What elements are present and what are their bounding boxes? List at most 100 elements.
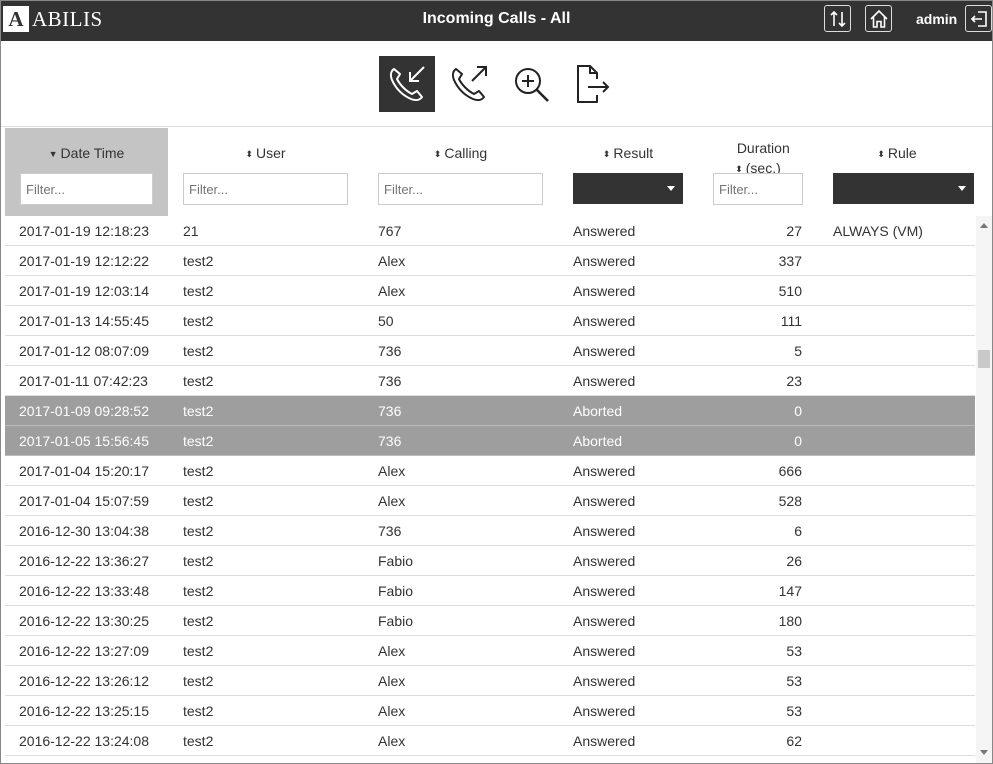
export-button[interactable] (563, 56, 619, 112)
cell-date: 2017-01-09 09:28:52 (19, 403, 149, 419)
cell-calling: Alex (378, 673, 406, 689)
cell-date: 2017-01-12 08:07:09 (19, 343, 149, 359)
table-row[interactable]: 2017-01-04 15:20:17 test2 Alex Answered 666 (5, 456, 975, 486)
export-file-icon (577, 65, 610, 103)
outgoing-call-icon (451, 66, 487, 102)
cell-duration: 62 (786, 733, 802, 749)
duration-filter-input[interactable] (713, 173, 803, 205)
table-row[interactable]: 2016-12-22 13:36:27 test2 Fabio Answered 26 (5, 546, 975, 576)
cell-result: Answered (573, 313, 636, 329)
cell-result: Answered (573, 553, 636, 569)
column-header-date[interactable]: ▼ Date Time (5, 145, 168, 161)
table-row[interactable]: 2017-01-09 09:28:52 test2 736 Aborted 0 (5, 396, 975, 426)
cell-duration: 337 (778, 253, 802, 269)
table-row[interactable]: 2017-01-13 14:55:45 test2 50 Answered 111 (5, 306, 975, 336)
cell-user: test2 (183, 733, 214, 749)
column-calling[interactable]: ⬍ Calling (363, 128, 558, 216)
cell-duration: 5 (794, 343, 802, 359)
column-rule[interactable]: ⬍ Rule (818, 128, 976, 216)
home-icon (869, 9, 888, 28)
column-header-calling[interactable]: ⬍ Calling (363, 145, 558, 161)
calling-filter-input[interactable] (378, 173, 543, 205)
table-row[interactable]: 2016-12-22 13:25:15 test2 Alex Answered 53 (5, 696, 975, 726)
rule-filter-select[interactable] (833, 173, 974, 204)
cell-user: test2 (183, 253, 214, 269)
cell-user: test2 (183, 373, 214, 389)
table-row[interactable]: 2016-12-22 13:27:09 test2 Alex Answered 53 (5, 636, 975, 666)
cell-duration: 27 (786, 223, 802, 239)
table-row[interactable]: 2017-01-11 07:42:23 test2 736 Answered 23 (5, 366, 975, 396)
cell-calling: 736 (378, 403, 402, 419)
cell-calling: Alex (378, 463, 406, 479)
top-bar: A ABILIS Incoming Calls - All admin (0, 0, 993, 41)
sort-icon: ⬍ (877, 149, 885, 159)
cell-result: Answered (573, 673, 636, 689)
cell-user: test2 (183, 283, 214, 299)
cell-user: test2 (183, 493, 214, 509)
cell-calling: Alex (378, 733, 406, 749)
cell-duration: 666 (778, 463, 802, 479)
cell-duration: 0 (794, 433, 802, 449)
sort-icon: ⬍ (245, 149, 253, 159)
table-row[interactable]: 2017-01-12 08:07:09 test2 736 Answered 5 (5, 336, 975, 366)
cell-date: 2017-01-13 14:55:45 (19, 313, 149, 329)
cell-user: test2 (183, 463, 214, 479)
cell-duration: 53 (786, 673, 802, 689)
cell-duration: 53 (786, 703, 802, 719)
vertical-scrollbar[interactable] (976, 216, 993, 764)
column-date[interactable]: ▼ Date Time (5, 128, 168, 216)
action-toolbar (0, 41, 993, 127)
cell-date: 2016-12-22 13:36:27 (19, 553, 149, 569)
cell-result: Answered (573, 223, 636, 239)
logout-icon (970, 10, 987, 27)
sort-toggle-button[interactable] (824, 5, 851, 32)
table-row[interactable]: 2017-01-19 12:18:23 21 767 Answered 27 ALWAYS… (5, 216, 975, 246)
cell-calling: Fabio (378, 553, 414, 569)
scroll-up-icon[interactable] (980, 223, 988, 228)
cell-date: 2017-01-11 07:42:23 (19, 373, 148, 389)
table-row[interactable]: 2016-12-22 13:33:48 test2 Fabio Answered 147 (5, 576, 975, 606)
zoom-button[interactable] (503, 56, 559, 112)
result-filter-select[interactable] (573, 173, 683, 204)
cell-date: 2017-01-04 15:20:17 (19, 463, 149, 479)
cell-date: 2017-01-19 12:12:22 (19, 253, 149, 269)
cell-calling: Fabio (378, 583, 414, 599)
scroll-down-icon[interactable] (980, 750, 988, 755)
cell-duration: 0 (794, 403, 802, 419)
table-row[interactable]: 2016-12-22 13:30:25 test2 Fabio Answered 180 (5, 606, 975, 636)
table-row[interactable]: 2016-12-22 13:26:12 test2 Alex Answered 53 (5, 666, 975, 696)
outgoing-calls-button[interactable] (441, 56, 497, 112)
cell-date: 2017-01-19 12:18:23 (19, 223, 149, 239)
cell-date: 2016-12-22 13:25:15 (19, 703, 149, 719)
column-user[interactable]: ⬍ User (168, 128, 363, 216)
column-duration[interactable]: ⬍Duration ⬍(sec.) (698, 128, 818, 216)
cell-result: Answered (573, 253, 636, 269)
cell-date: 2016-12-22 13:24:08 (19, 733, 149, 749)
incoming-calls-button[interactable] (379, 56, 435, 112)
cell-date: 2016-12-22 13:30:25 (19, 613, 149, 629)
table-row[interactable]: 2017-01-19 12:12:22 test2 Alex Answered 337 (5, 246, 975, 276)
column-header-user[interactable]: ⬍ User (168, 145, 363, 161)
cell-result: Answered (573, 733, 636, 749)
table-row[interactable]: 2017-01-19 12:03:14 test2 Alex Answered 510 (5, 276, 975, 306)
incoming-call-icon (389, 66, 425, 102)
date-filter-input[interactable] (20, 173, 153, 205)
column-header-rule[interactable]: ⬍ Rule (818, 145, 976, 161)
cell-result: Answered (573, 283, 636, 299)
table-row[interactable]: 2016-12-30 13:04:38 test2 736 Answered 6 (5, 516, 975, 546)
user-filter-input[interactable] (183, 173, 348, 205)
cell-result: Answered (573, 463, 636, 479)
cell-date: 2016-12-22 13:33:48 (19, 583, 149, 599)
table-row[interactable]: 2017-01-05 15:56:45 test2 736 Aborted 0 (5, 426, 975, 456)
cell-result: Aborted (573, 433, 623, 449)
home-button[interactable] (865, 5, 892, 32)
table-row[interactable]: 2017-01-04 15:07:59 test2 Alex Answered 528 (5, 486, 975, 516)
cell-user: 21 (183, 223, 199, 239)
column-result[interactable]: ⬍ Result (558, 128, 698, 216)
table-row[interactable]: 2016-12-22 13:24:08 test2 Alex Answered 62 (5, 726, 975, 756)
scrollbar-thumb[interactable] (978, 350, 990, 368)
logout-button[interactable] (965, 5, 992, 32)
sort-arrows-icon (829, 10, 846, 27)
cell-calling: Alex (378, 253, 406, 269)
column-header-result[interactable]: ⬍ Result (558, 145, 698, 161)
